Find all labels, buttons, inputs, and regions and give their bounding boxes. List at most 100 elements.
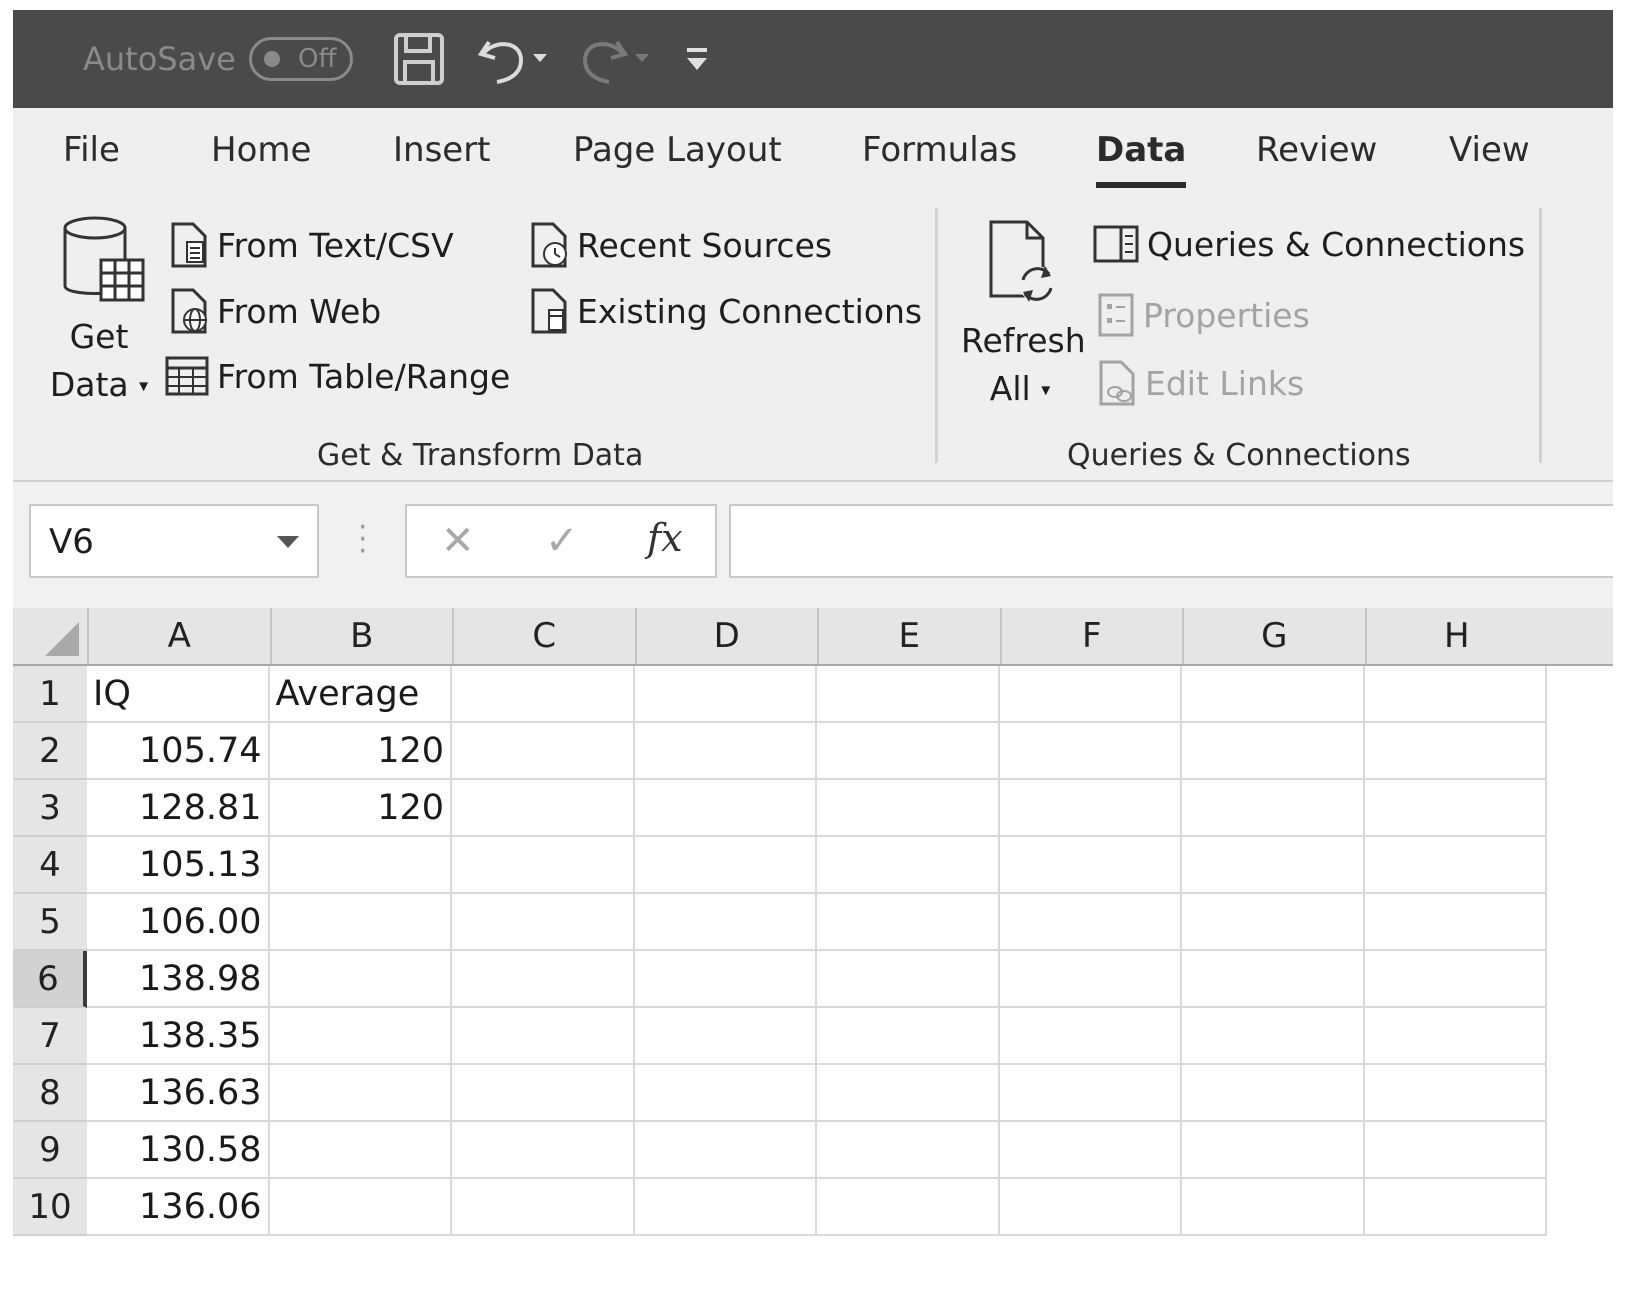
cell-e5[interactable] <box>817 894 1000 951</box>
cell-b7[interactable] <box>269 1008 452 1065</box>
cell-a5[interactable]: 106.00 <box>87 894 270 951</box>
tab-formulas[interactable]: Formulas <box>862 130 1017 170</box>
cell-f1[interactable] <box>999 666 1182 723</box>
cell-g4[interactable] <box>1182 837 1365 894</box>
cell-g3[interactable] <box>1182 780 1365 837</box>
cell-g1[interactable] <box>1182 666 1365 723</box>
cell-d7[interactable] <box>634 1008 817 1065</box>
customize-qat-button[interactable] <box>681 32 715 88</box>
column-header-e[interactable]: E <box>817 608 1000 664</box>
cell-d6[interactable] <box>634 951 817 1008</box>
row-header-8[interactable]: 8 <box>13 1065 87 1122</box>
cell-f6[interactable] <box>999 951 1182 1008</box>
cell-a10[interactable]: 136.06 <box>87 1179 270 1236</box>
from-table-range-button[interactable]: From Table/Range <box>165 354 510 398</box>
cell-b3[interactable]: 120 <box>269 780 452 837</box>
cell-e3[interactable] <box>817 780 1000 837</box>
tab-file[interactable]: File <box>63 130 120 170</box>
cell-d10[interactable] <box>634 1179 817 1236</box>
name-box[interactable]: V6 <box>29 504 319 578</box>
cell-g8[interactable] <box>1182 1065 1365 1122</box>
cell-a3[interactable]: 128.81 <box>87 780 270 837</box>
cell-f3[interactable] <box>999 780 1182 837</box>
cell-a1[interactable]: IQ <box>87 666 270 723</box>
cell-c8[interactable] <box>452 1065 635 1122</box>
cell-h10[interactable] <box>1364 1179 1547 1236</box>
cell-f5[interactable] <box>999 894 1182 951</box>
cell-f7[interactable] <box>999 1008 1182 1065</box>
cell-f8[interactable] <box>999 1065 1182 1122</box>
cell-c7[interactable] <box>452 1008 635 1065</box>
cell-h7[interactable] <box>1364 1008 1547 1065</box>
cell-b1[interactable]: Average <box>269 666 452 723</box>
cell-c3[interactable] <box>452 780 635 837</box>
cell-h3[interactable] <box>1364 780 1547 837</box>
cell-e1[interactable] <box>817 666 1000 723</box>
recent-sources-button[interactable]: Recent Sources <box>529 222 832 268</box>
cell-f4[interactable] <box>999 837 1182 894</box>
tab-home[interactable]: Home <box>211 130 311 170</box>
undo-button[interactable] <box>475 32 555 88</box>
column-header-b[interactable]: B <box>269 608 453 664</box>
cell-a6[interactable]: 138.98 <box>87 951 270 1008</box>
column-header-h[interactable]: H <box>1364 608 1548 664</box>
tab-view[interactable]: View <box>1449 130 1530 170</box>
cell-d9[interactable] <box>634 1122 817 1179</box>
cell-e7[interactable] <box>817 1008 1000 1065</box>
from-web-button[interactable]: From Web <box>169 288 381 334</box>
cell-g5[interactable] <box>1182 894 1365 951</box>
cell-h9[interactable] <box>1364 1122 1547 1179</box>
row-header-4[interactable]: 4 <box>13 837 87 894</box>
cell-a7[interactable]: 138.35 <box>87 1008 270 1065</box>
row-header-6[interactable]: 6 <box>13 951 87 1008</box>
cell-c9[interactable] <box>452 1122 635 1179</box>
row-header-2[interactable]: 2 <box>13 723 87 780</box>
cell-e6[interactable] <box>817 951 1000 1008</box>
cell-e4[interactable] <box>817 837 1000 894</box>
cell-d2[interactable] <box>634 723 817 780</box>
existing-connections-button[interactable]: Existing Connections <box>529 288 922 334</box>
cell-h4[interactable] <box>1364 837 1547 894</box>
cell-b8[interactable] <box>269 1065 452 1122</box>
cell-a2[interactable]: 105.74 <box>87 723 270 780</box>
cell-g10[interactable] <box>1182 1179 1365 1236</box>
cell-c2[interactable] <box>452 723 635 780</box>
cell-c4[interactable] <box>452 837 635 894</box>
formula-input[interactable] <box>729 504 1613 578</box>
enter-check-icon[interactable]: ✓ <box>545 518 579 564</box>
cell-d1[interactable] <box>634 666 817 723</box>
cell-d4[interactable] <box>634 837 817 894</box>
column-header-f[interactable]: F <box>999 608 1183 664</box>
select-all-corner[interactable] <box>13 608 87 664</box>
row-header-10[interactable]: 10 <box>13 1179 87 1236</box>
cell-h6[interactable] <box>1364 951 1547 1008</box>
cell-d3[interactable] <box>634 780 817 837</box>
get-data-button[interactable]: Get Data ▾ <box>49 216 149 426</box>
cell-f9[interactable] <box>999 1122 1182 1179</box>
tab-data[interactable]: Data <box>1096 130 1187 188</box>
cell-b6[interactable] <box>269 951 452 1008</box>
queries-connections-button[interactable]: Queries & Connections <box>1093 224 1525 264</box>
chevron-down-icon[interactable] <box>277 536 299 548</box>
cell-a8[interactable]: 136.63 <box>87 1065 270 1122</box>
properties-button[interactable]: Properties <box>1097 292 1310 338</box>
column-header-c[interactable]: C <box>452 608 635 664</box>
cell-g7[interactable] <box>1182 1008 1365 1065</box>
tab-page-layout[interactable]: Page Layout <box>573 130 782 170</box>
row-header-7[interactable]: 7 <box>13 1008 87 1065</box>
cell-g2[interactable] <box>1182 723 1365 780</box>
cell-b2[interactable]: 120 <box>269 723 452 780</box>
cell-d8[interactable] <box>634 1065 817 1122</box>
tab-insert[interactable]: Insert <box>393 130 491 170</box>
row-header-9[interactable]: 9 <box>13 1122 87 1179</box>
cell-b9[interactable] <box>269 1122 452 1179</box>
cell-e9[interactable] <box>817 1122 1000 1179</box>
cell-f10[interactable] <box>999 1179 1182 1236</box>
cell-g9[interactable] <box>1182 1122 1365 1179</box>
cell-h2[interactable] <box>1364 723 1547 780</box>
column-header-d[interactable]: D <box>634 608 818 664</box>
row-header-1[interactable]: 1 <box>13 666 87 723</box>
insert-function-icon[interactable]: fx <box>647 516 683 560</box>
cell-h1[interactable] <box>1364 666 1547 723</box>
cell-b10[interactable] <box>269 1179 452 1236</box>
